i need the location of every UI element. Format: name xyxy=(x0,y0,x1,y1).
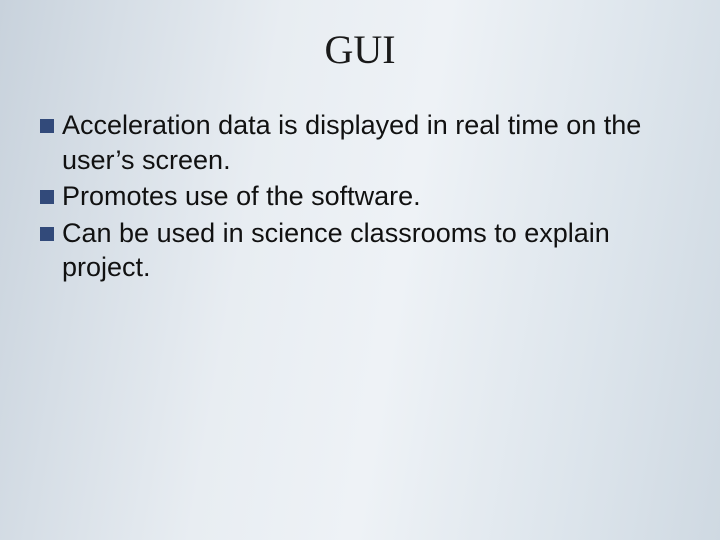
square-bullet-icon xyxy=(40,190,54,204)
bullet-text: Acceleration data is displayed in real t… xyxy=(62,108,660,177)
slide-title: GUI xyxy=(0,26,720,73)
square-bullet-icon xyxy=(40,119,54,133)
list-item: Acceleration data is displayed in real t… xyxy=(40,108,660,177)
bullet-text: Promotes use of the software. xyxy=(62,179,660,214)
bullet-list: Acceleration data is displayed in real t… xyxy=(40,108,660,287)
square-bullet-icon xyxy=(40,227,54,241)
bullet-text: Can be used in science classrooms to exp… xyxy=(62,216,660,285)
list-item: Promotes use of the software. xyxy=(40,179,660,214)
list-item: Can be used in science classrooms to exp… xyxy=(40,216,660,285)
